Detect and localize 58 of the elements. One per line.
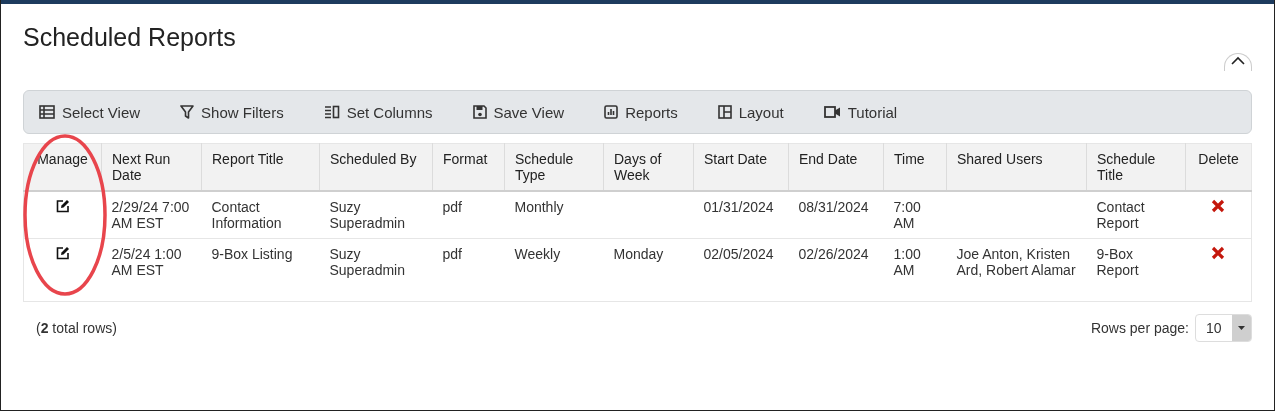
table-cell: Contact Information: [211, 199, 282, 231]
column-header[interactable]: Scheduled By: [319, 143, 433, 191]
table-cell: pdf: [442, 199, 462, 215]
page-title: Scheduled Reports: [23, 22, 237, 52]
delete-icon[interactable]: [1211, 246, 1226, 260]
toolbar-button[interactable]: Show Filters: [177, 103, 287, 121]
table-cell: 02/05/2024: [703, 246, 774, 262]
column-header[interactable]: End Date: [788, 143, 884, 191]
column-header[interactable]: Schedule Type: [504, 143, 604, 191]
table-cell: 1:00 AM: [893, 246, 921, 278]
delete-icon[interactable]: [1211, 199, 1226, 213]
columns-icon: [323, 105, 340, 119]
table-cell: 9-Box Listing: [211, 246, 293, 262]
toolbar-button[interactable]: Reports: [601, 103, 681, 121]
save-icon: [472, 105, 487, 119]
table-cell: Weekly: [514, 246, 561, 262]
table-cell: 2/29/24 7:00 AM EST: [111, 199, 190, 231]
table-cell: Monthly: [514, 199, 564, 215]
collapse-button[interactable]: [1224, 53, 1252, 71]
rows-per-page-select[interactable]: 10: [1195, 314, 1252, 342]
column-header[interactable]: Time: [883, 143, 947, 191]
column-header[interactable]: Next Run Date: [101, 143, 202, 191]
edit-icon[interactable]: [55, 199, 70, 213]
column-header[interactable]: Format: [432, 143, 505, 191]
video-camera-icon: [823, 106, 841, 118]
toolbar-button[interactable]: Select View: [36, 103, 144, 121]
table-cell: 01/31/2024: [703, 199, 774, 215]
caret-icon: [1238, 326, 1245, 330]
filter-icon: [180, 105, 195, 119]
toolbar-button[interactable]: Save View: [469, 103, 568, 121]
table-cell: pdf: [442, 246, 462, 262]
table-cell: Suzy Superadmin: [329, 246, 405, 278]
table-cell: Contact Report: [1096, 199, 1145, 231]
table-cell: 7:00 AM: [893, 199, 921, 231]
table-cell: 9-Box Report: [1096, 246, 1139, 278]
column-header[interactable]: Manage: [23, 143, 102, 191]
bar-chart-icon: [604, 105, 619, 119]
column-header[interactable]: Days of Week: [603, 143, 694, 191]
toolbar-button[interactable]: Layout: [714, 103, 787, 121]
column-header[interactable]: Report Title: [201, 143, 320, 191]
chevron-up-icon: [1231, 56, 1245, 65]
table-cell: 08/31/2024: [798, 199, 869, 215]
layout-icon: [717, 105, 732, 119]
table-cell: Joe Anton, Kristen Ard, Robert Alamar: [956, 246, 1076, 278]
table-cell: Monday: [613, 246, 664, 262]
column-header[interactable]: Schedule Title: [1086, 143, 1186, 191]
table-icon: [39, 105, 55, 119]
toolbar-button[interactable]: Tutorial: [820, 103, 901, 121]
table-cell: Suzy Superadmin: [329, 199, 405, 231]
column-header[interactable]: Shared Users: [946, 143, 1087, 191]
toolbar-button[interactable]: Set Columns: [320, 103, 436, 121]
rows-per-page-label: Rows per page:: [1090, 320, 1189, 336]
edit-icon[interactable]: [55, 246, 70, 260]
table-cell: 02/26/2024: [798, 246, 869, 262]
column-header[interactable]: Delete: [1185, 143, 1252, 191]
column-header[interactable]: Start Date: [693, 143, 789, 191]
total-rows-text: (2 total rows): [35, 320, 117, 336]
table-cell: 2/5/24 1:00 AM EST: [111, 246, 182, 278]
